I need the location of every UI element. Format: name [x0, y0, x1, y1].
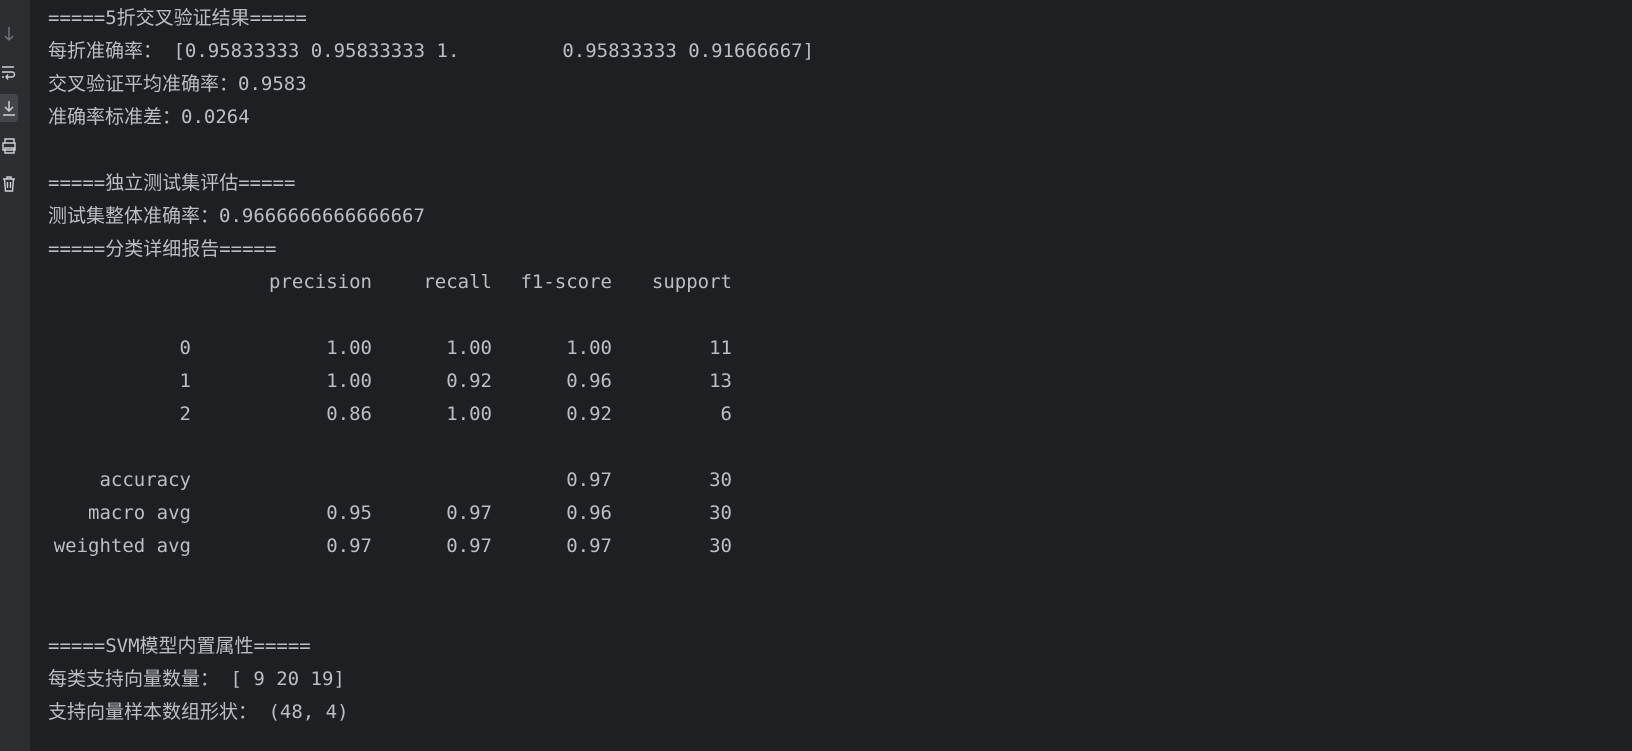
test-header: =====独立测试集评估===== [48, 172, 296, 194]
support-value: 13 [709, 370, 732, 392]
support-value: 30 [709, 535, 732, 557]
row-label: accuracy [99, 469, 191, 491]
support-value: 6 [720, 403, 732, 425]
scroll-to-end-button[interactable] [0, 94, 18, 122]
test-accuracy-line: 测试集整体准确率：0.9666666666666667 [48, 205, 425, 227]
column-header-recall: recall [423, 271, 492, 293]
report-header-row: precision recall f1-score support [48, 266, 748, 299]
print-button[interactable] [0, 132, 18, 160]
recall-value: 0.92 [446, 370, 492, 392]
table-row: macro avg 0.95 0.97 0.96 30 [48, 497, 748, 530]
precision-value [191, 464, 372, 497]
clear-all-button[interactable] [0, 170, 18, 198]
f1-score-value: 0.96 [566, 502, 612, 524]
precision-value: 0.95 [326, 502, 372, 524]
f1-score-value: 1.00 [566, 337, 612, 359]
soft-wrap-button[interactable] [0, 58, 18, 86]
table-row: weighted avg 0.97 0.97 0.97 30 [48, 530, 748, 563]
support-value: 30 [709, 502, 732, 524]
f1-score-value: 0.97 [566, 469, 612, 491]
recall-value: 0.97 [446, 502, 492, 524]
row-label: macro avg [88, 502, 191, 524]
cv-header: =====5折交叉验证结果===== [48, 7, 307, 29]
precision-value: 0.97 [326, 535, 372, 557]
console-output: =====5折交叉验证结果===== 每折准确率： [0.95833333 0.… [48, 0, 1608, 751]
report-header: =====分类详细报告===== [48, 238, 277, 260]
scroll-to-end-icon [2, 99, 16, 117]
recall-value [372, 464, 492, 497]
run-console-window: =====5折交叉验证结果===== 每折准确率： [0.95833333 0.… [0, 0, 1632, 751]
row-label: 0 [179, 337, 191, 359]
recall-value: 0.97 [446, 535, 492, 557]
precision-value: 0.86 [326, 403, 372, 425]
row-label: 2 [179, 403, 191, 425]
row-label: weighted avg [53, 535, 191, 557]
arrow-down-icon [3, 25, 15, 43]
support-vectors-per-class-line: 每类支持向量数量： [ 9 20 19] [48, 668, 345, 690]
precision-value: 1.00 [326, 370, 372, 392]
fold-accuracy-line: 每折准确率： [0.95833333 0.95833333 1. 0.95833… [48, 40, 815, 62]
svm-header: =====SVM模型内置属性===== [48, 635, 311, 657]
column-header-support: support [651, 271, 732, 293]
soft-wrap-icon [2, 64, 16, 80]
recall-value: 1.00 [446, 337, 492, 359]
recall-value: 1.00 [446, 403, 492, 425]
cv-mean-line: 交叉验证平均准确率：0.9583 [48, 73, 307, 95]
table-row: accuracy 0.97 30 [48, 464, 748, 497]
print-icon [2, 137, 16, 155]
table-row: 0 1.00 1.00 1.00 11 [48, 332, 748, 365]
console-toolbar [0, 0, 30, 751]
f1-score-value: 0.96 [566, 370, 612, 392]
cv-std-line: 准确率标准差：0.0264 [48, 106, 250, 128]
f1-score-value: 0.97 [566, 535, 612, 557]
table-row: 2 0.86 1.00 0.92 6 [48, 398, 748, 431]
support-value: 11 [709, 337, 732, 359]
f1-score-value: 0.92 [566, 403, 612, 425]
precision-value: 1.00 [326, 337, 372, 359]
support-vectors-shape-line: 支持向量样本数组形状： (48, 4) [48, 701, 349, 723]
support-value: 30 [709, 469, 732, 491]
column-header-f1-score: f1-score [520, 271, 612, 293]
column-header-precision: precision [269, 271, 372, 293]
scroll-down-button[interactable] [0, 20, 18, 48]
trash-icon [2, 175, 16, 193]
table-row: 1 1.00 0.92 0.96 13 [48, 365, 748, 398]
row-label: 1 [179, 370, 191, 392]
